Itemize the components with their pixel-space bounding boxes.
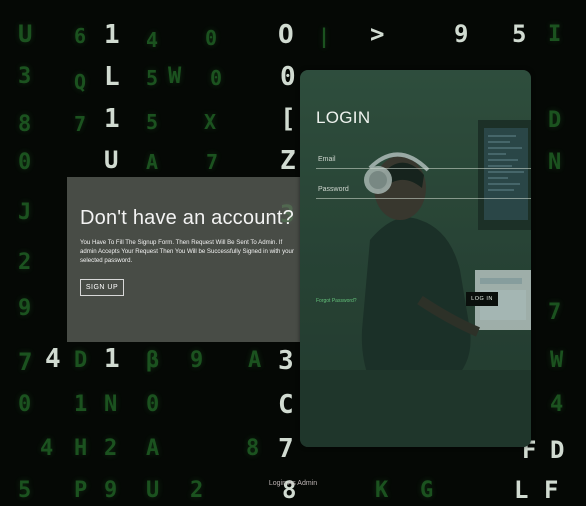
matrix-glyph: 5 — [146, 66, 159, 90]
matrix-glyph: U — [18, 20, 33, 48]
matrix-glyph: 8 — [246, 436, 260, 461]
matrix-glyph: 4 — [40, 436, 54, 461]
matrix-glyph: 3 — [18, 64, 32, 89]
matrix-glyph: A — [248, 348, 262, 373]
matrix-glyph: D — [74, 348, 88, 373]
matrix-glyph: 7 — [206, 150, 219, 174]
matrix-glyph: N — [104, 392, 118, 417]
matrix-glyph: 7 — [18, 348, 33, 376]
matrix-glyph: 9 — [18, 296, 32, 321]
matrix-glyph: 4 — [45, 344, 61, 374]
password-underline — [316, 198, 531, 199]
login-as-admin-link[interactable]: Login As Admin — [0, 480, 586, 487]
login-card: LOGIN Email Password Forgot Password? LO… — [300, 70, 531, 447]
matrix-glyph: 7 — [74, 112, 87, 136]
email-underline — [316, 168, 531, 169]
matrix-glyph: 1 — [104, 20, 120, 50]
matrix-glyph: 3 — [278, 346, 294, 376]
matrix-glyph: I — [548, 22, 562, 47]
matrix-glyph: D — [548, 108, 562, 133]
signup-heading: Don't have an account? — [80, 207, 294, 229]
matrix-glyph: L — [104, 62, 120, 92]
matrix-glyph: U — [104, 146, 119, 174]
matrix-glyph: 8 — [18, 112, 32, 137]
matrix-glyph: N — [548, 150, 562, 175]
matrix-glyph: 1 — [74, 392, 88, 417]
matrix-glyph: 2 — [104, 436, 118, 461]
matrix-glyph: 6 — [74, 24, 87, 48]
forgot-password-link[interactable]: Forgot Password? — [316, 298, 357, 304]
matrix-glyph: W — [168, 64, 182, 89]
matrix-glyph: 0 — [146, 392, 160, 417]
matrix-glyph: D — [550, 436, 565, 464]
matrix-glyph: 7 — [278, 434, 294, 464]
matrix-glyph: W — [550, 348, 564, 373]
matrix-glyph: Z — [280, 146, 296, 176]
matrix-glyph: C — [278, 390, 294, 420]
matrix-glyph: | — [318, 24, 331, 48]
matrix-glyph: 0 — [205, 26, 218, 50]
matrix-glyph: A — [146, 436, 160, 461]
matrix-glyph: 7 — [548, 300, 562, 325]
signup-description: You Have To Fill The Signup Form. Then R… — [80, 239, 294, 264]
matrix-glyph: O — [278, 20, 294, 50]
email-input[interactable]: Email — [318, 156, 336, 163]
matrix-glyph: 0 — [280, 62, 296, 92]
matrix-glyph: 2 — [18, 250, 32, 275]
login-button[interactable]: LOG IN — [466, 292, 498, 306]
matrix-glyph: 0 — [18, 392, 32, 417]
matrix-glyph: 1 — [104, 344, 120, 374]
matrix-glyph: 0 — [210, 66, 223, 90]
signup-button[interactable]: SIGN UP — [80, 279, 124, 296]
matrix-glyph: 4 — [550, 392, 564, 417]
matrix-glyph: 4 — [146, 28, 159, 52]
matrix-glyph: 0 — [18, 150, 32, 175]
matrix-glyph: Q — [74, 70, 87, 94]
matrix-glyph: 9 — [454, 20, 469, 48]
matrix-glyph: J — [18, 200, 32, 225]
matrix-glyph: 5 — [512, 20, 527, 48]
login-title: LOGIN — [316, 108, 371, 127]
matrix-glyph: X — [204, 110, 217, 134]
signup-panel: Don't have an account? You Have To Fill … — [67, 177, 317, 342]
matrix-glyph: A — [146, 150, 159, 174]
password-input[interactable]: Password — [318, 186, 349, 193]
matrix-glyph: 9 — [190, 348, 204, 373]
matrix-glyph: 1 — [104, 104, 120, 134]
matrix-glyph: > — [370, 20, 385, 48]
matrix-glyph: [ — [280, 104, 296, 134]
matrix-glyph: H — [74, 436, 88, 461]
matrix-glyph: β — [146, 348, 160, 373]
matrix-glyph: 5 — [146, 110, 159, 134]
